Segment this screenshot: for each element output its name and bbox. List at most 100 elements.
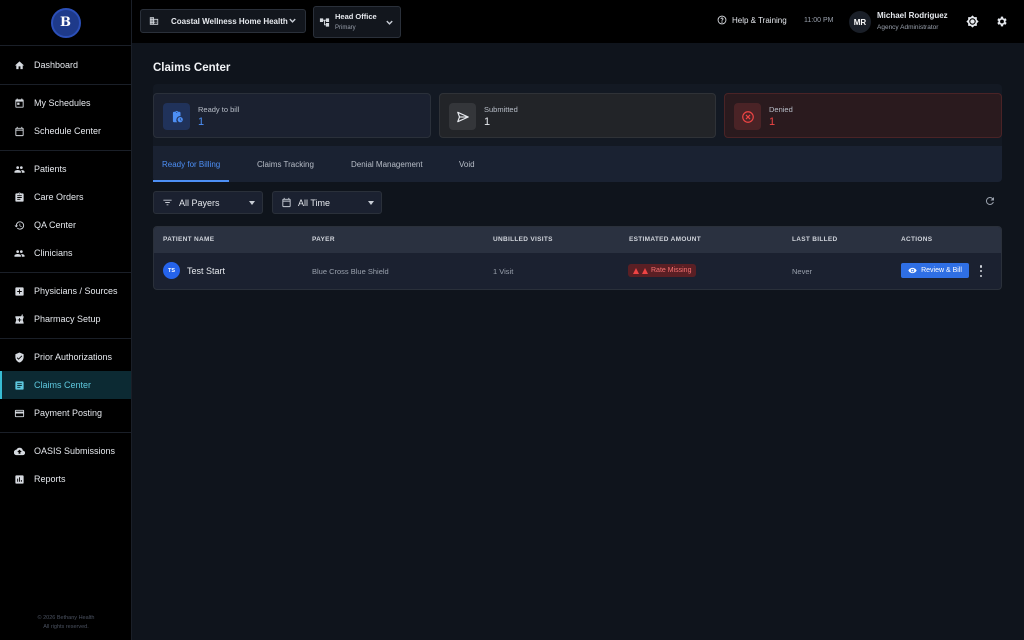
sidebar-item-label: Claims Center bbox=[34, 380, 92, 390]
review-bill-button[interactable]: Review & Bill bbox=[901, 263, 969, 278]
sidebar-item-label: Clinicians bbox=[34, 248, 73, 258]
avatar[interactable]: MR bbox=[849, 11, 871, 33]
column-header-last-billed[interactable]: LAST BILLED bbox=[792, 236, 838, 243]
sidebar-item-care-orders[interactable]: Care Orders bbox=[0, 183, 131, 211]
time-filter[interactable]: All Time bbox=[272, 191, 382, 214]
send-icon bbox=[449, 103, 476, 130]
page-title: Claims Center bbox=[153, 62, 231, 74]
sidebar-item-pharmacy-setup[interactable]: Pharmacy Setup bbox=[0, 305, 131, 333]
calendar-icon bbox=[13, 125, 25, 137]
user-name: Michael Rodriguez bbox=[877, 11, 948, 20]
unbilled-visits-cell: 1 Visit bbox=[493, 267, 514, 276]
column-header-estimated-amount[interactable]: ESTIMATED AMOUNT bbox=[629, 236, 701, 243]
patient-name[interactable]: Test Start bbox=[187, 266, 225, 276]
tab-ready-for-billing[interactable]: Ready for Billing bbox=[152, 146, 230, 182]
payer-filter[interactable]: All Payers bbox=[153, 191, 263, 214]
user-role: Agency Administrator bbox=[877, 24, 939, 31]
more-options-icon[interactable] bbox=[978, 264, 984, 278]
caret-down-icon bbox=[368, 201, 374, 205]
office-type: Primary bbox=[335, 25, 356, 31]
settings-button[interactable] bbox=[994, 14, 1009, 29]
building-icon bbox=[149, 17, 159, 25]
sidebar-item-payment-posting[interactable]: Payment Posting bbox=[0, 399, 131, 427]
clipboard-icon bbox=[13, 191, 25, 203]
eye-icon bbox=[908, 267, 917, 274]
main-content: Claims Center Ready to bill 1 Submitted … bbox=[132, 43, 1024, 640]
tab-denial-management[interactable]: Denial Management bbox=[351, 146, 423, 182]
bar-chart-icon bbox=[13, 473, 25, 485]
clock: 11:00 PM bbox=[804, 17, 834, 24]
column-header-unbilled-visits[interactable]: UNBILLED VISITS bbox=[493, 236, 553, 243]
gear-icon bbox=[997, 16, 1007, 27]
sidebar-item-dashboard[interactable]: Dashboard bbox=[0, 51, 131, 79]
claims-tabs: Ready for Billing Claims Tracking Denial… bbox=[152, 146, 1002, 182]
help-label: Help & Training bbox=[732, 15, 787, 25]
brightness-icon bbox=[966, 15, 979, 28]
last-billed-cell: Never bbox=[792, 267, 813, 276]
sidebar-item-label: Patients bbox=[34, 164, 67, 174]
column-header-patient-name[interactable]: PATIENT NAME bbox=[163, 236, 214, 243]
sidebar-item-label: OASIS Submissions bbox=[34, 446, 116, 456]
hierarchy-icon bbox=[319, 18, 330, 27]
agency-name: Coastal Wellness Home Health bbox=[171, 16, 288, 26]
clipboard-clock-icon bbox=[163, 103, 190, 130]
sidebar-item-label: Care Orders bbox=[34, 192, 84, 202]
badge-label: Rate Missing bbox=[651, 267, 692, 274]
claims-table: PATIENT NAME PAYER UNBILLED VISITS ESTIM… bbox=[153, 226, 1002, 290]
sidebar-item-label: My Schedules bbox=[34, 98, 91, 108]
top-bar: Coastal Wellness Home Health Head Office… bbox=[132, 0, 1024, 43]
patient-avatar: TS bbox=[163, 262, 180, 279]
agency-selector[interactable]: Coastal Wellness Home Health bbox=[140, 9, 306, 33]
stat-card-ready-to-bill[interactable]: Ready to bill 1 bbox=[153, 93, 431, 138]
credit-card-icon bbox=[13, 407, 25, 419]
office-selector[interactable]: Head Office Primary bbox=[313, 6, 401, 38]
sidebar-item-label: Payment Posting bbox=[34, 408, 103, 418]
stat-card-denied[interactable]: Denied 1 bbox=[724, 93, 1002, 138]
payer-cell: Blue Cross Blue Shield bbox=[312, 267, 389, 276]
payer-filter-value: All Payers bbox=[179, 197, 220, 208]
sidebar-item-clinicians[interactable]: Clinicians bbox=[0, 239, 131, 267]
divider bbox=[0, 83, 131, 85]
office-name: Head Office bbox=[335, 12, 377, 21]
copyright-line: All rights reserved. bbox=[43, 624, 89, 630]
stat-card-submitted[interactable]: Submitted 1 bbox=[439, 93, 716, 138]
theme-toggle-button[interactable] bbox=[965, 14, 980, 29]
cloud-upload-icon bbox=[13, 445, 25, 457]
filter-icon bbox=[163, 199, 172, 206]
history-icon bbox=[13, 219, 25, 231]
tab-void[interactable]: Void bbox=[459, 146, 475, 182]
sidebar-item-label: QA Center bbox=[34, 220, 77, 230]
sidebar-item-prior-authorizations[interactable]: Prior Authorizations bbox=[0, 343, 131, 371]
chevron-down-icon bbox=[385, 18, 394, 29]
divider bbox=[0, 271, 131, 273]
sidebar-item-physicians-sources[interactable]: Physicians / Sources bbox=[0, 277, 131, 305]
people-icon bbox=[13, 163, 25, 175]
sidebar-item-reports[interactable]: Reports bbox=[0, 465, 131, 493]
column-header-payer[interactable]: PAYER bbox=[312, 236, 335, 243]
copyright: © 2026 Bethany Health All rights reserve… bbox=[0, 614, 132, 632]
sidebar-item-patients[interactable]: Patients bbox=[0, 155, 131, 183]
brand-logo[interactable]: B bbox=[50, 7, 81, 38]
medical-plus-icon bbox=[13, 285, 25, 297]
sidebar-item-qa-center[interactable]: QA Center bbox=[0, 211, 131, 239]
sidebar: B Dashboard My Schedules Schedule Center… bbox=[0, 0, 132, 640]
sidebar-item-claims-center[interactable]: Claims Center bbox=[0, 371, 131, 399]
stat-label: Denied bbox=[769, 105, 793, 114]
stat-label: Submitted bbox=[484, 105, 518, 114]
pharmacy-icon bbox=[13, 313, 25, 325]
column-header-actions: ACTIONS bbox=[901, 236, 933, 243]
warning-icon bbox=[642, 267, 648, 274]
caret-down-icon bbox=[249, 201, 255, 205]
sidebar-item-oasis-submissions[interactable]: OASIS Submissions bbox=[0, 437, 131, 465]
copyright-line: © 2026 Bethany Health bbox=[37, 615, 95, 621]
tab-claims-tracking[interactable]: Claims Tracking bbox=[257, 146, 314, 182]
refresh-button[interactable] bbox=[984, 195, 998, 209]
x-circle-icon bbox=[734, 103, 761, 130]
warning-icon bbox=[633, 267, 639, 274]
sidebar-nav: Dashboard My Schedules Schedule Center P… bbox=[0, 46, 131, 493]
sidebar-item-my-schedules[interactable]: My Schedules bbox=[0, 89, 131, 117]
sidebar-item-label: Physicians / Sources bbox=[34, 286, 118, 296]
help-training-link[interactable]: Help & Training bbox=[717, 15, 787, 25]
sidebar-item-schedule-center[interactable]: Schedule Center bbox=[0, 117, 131, 145]
table-row[interactable]: TS Test Start Blue Cross Blue Shield 1 V… bbox=[154, 253, 1001, 289]
